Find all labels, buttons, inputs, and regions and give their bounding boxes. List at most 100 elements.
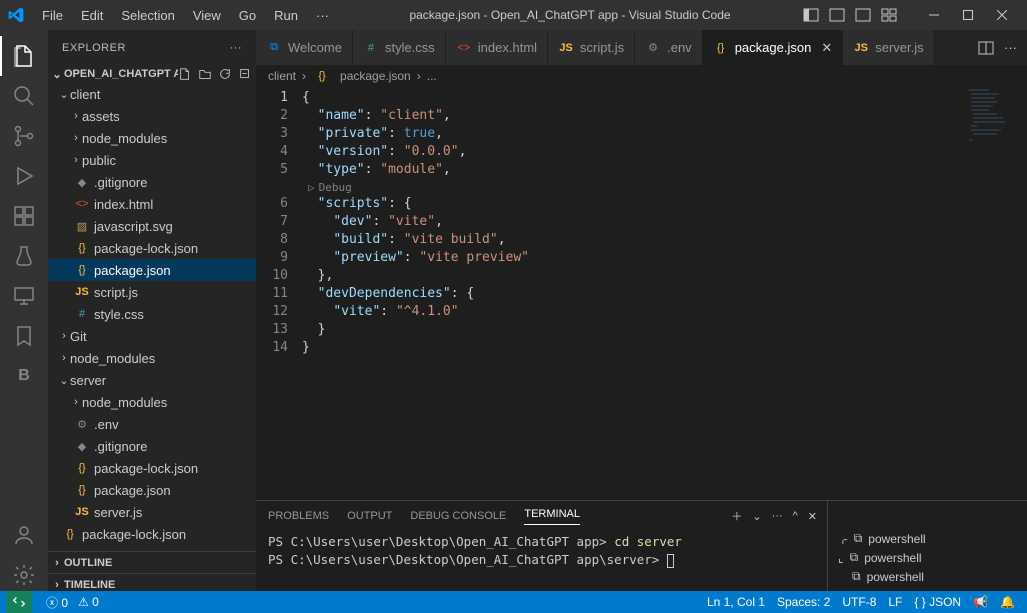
close-panel-icon[interactable]: ✕ (808, 510, 817, 523)
json-icon: {} (62, 526, 78, 542)
status-warnings[interactable]: ⚠ 0 (78, 595, 99, 609)
menu-file[interactable]: File (34, 4, 71, 27)
activity-explorer[interactable] (0, 36, 48, 76)
breadcrumb-segment[interactable]: client (268, 69, 296, 83)
file-gitignore[interactable]: ◆.gitignore (48, 171, 256, 193)
split-editor-icon[interactable] (978, 40, 994, 56)
folder-git[interactable]: ›Git (48, 325, 256, 347)
status-feedback-icon[interactable]: 📢 (973, 595, 988, 609)
menu-go[interactable]: Go (231, 4, 264, 27)
status-language[interactable]: { } JSON (914, 595, 961, 609)
folder-node-modules[interactable]: ›node_modules (48, 127, 256, 149)
activity-remote-explorer[interactable] (0, 276, 48, 316)
tab-packagejson[interactable]: {}package.json✕ (703, 30, 844, 65)
breadcrumb-segment[interactable]: ... (427, 69, 437, 83)
folder-node-modules-root[interactable]: ›node_modules (48, 347, 256, 369)
svg-icon: ▨ (74, 218, 90, 234)
tab-welcome[interactable]: ⧉Welcome (256, 30, 353, 65)
split-terminal-dropdown-icon[interactable]: ⌄ (752, 510, 761, 523)
code-content[interactable]: { "name": "client", "private": true, "ve… (302, 87, 1027, 500)
customize-layout-icon[interactable] (881, 7, 897, 23)
refresh-icon[interactable] (218, 67, 232, 81)
remote-indicator[interactable] (6, 591, 32, 613)
status-cursor-position[interactable]: Ln 1, Col 1 (707, 595, 765, 609)
close-button[interactable] (985, 0, 1019, 30)
panel-tab-debugconsole[interactable]: DEBUG CONSOLE (410, 510, 506, 522)
menu-run[interactable]: Run (266, 4, 306, 27)
folder-server-node-modules[interactable]: ›node_modules (48, 391, 256, 413)
tab-indexhtml[interactable]: <>index.html (446, 30, 548, 65)
terminal-icon: ⧉ (850, 550, 859, 565)
breadcrumb[interactable]: client› {} package.json› ... (256, 65, 1027, 87)
panel-tab-problems[interactable]: PROBLEMS (268, 510, 329, 522)
activity-bold[interactable]: B (0, 356, 48, 396)
close-icon[interactable]: ✕ (821, 40, 832, 56)
new-file-icon[interactable] (178, 67, 192, 81)
file-server-js[interactable]: JSserver.js (48, 501, 256, 523)
activity-search[interactable] (0, 76, 48, 116)
layout-sidebar-left-icon[interactable] (803, 7, 819, 23)
status-encoding[interactable]: UTF-8 (842, 595, 876, 609)
maximize-button[interactable] (951, 0, 985, 30)
file-server-gitignore[interactable]: ◆.gitignore (48, 435, 256, 457)
file-env[interactable]: ⚙.env (48, 413, 256, 435)
minimap[interactable] (967, 87, 1027, 500)
terminal-entry[interactable]: ⌌⧉powershell (828, 529, 1027, 548)
file-server-package[interactable]: {}package.json (48, 479, 256, 501)
breadcrumb-segment[interactable]: package.json (340, 69, 411, 83)
activity-source-control[interactable] (0, 116, 48, 156)
activity-bookmarks[interactable] (0, 316, 48, 356)
terminal-entry[interactable]: ⌞⧉powershell (828, 548, 1027, 567)
tab-scriptjs[interactable]: JSscript.js (548, 30, 635, 65)
new-folder-icon[interactable] (198, 67, 212, 81)
chevron-right-icon: › (50, 557, 64, 569)
file-server-packlock[interactable]: {}package-lock.json (48, 457, 256, 479)
terminal-entry[interactable]: ⧉powershell (828, 567, 1027, 586)
maximize-panel-icon[interactable]: ^ (793, 510, 798, 522)
file-script-js[interactable]: JSscript.js (48, 281, 256, 303)
more-actions-icon[interactable]: ··· (1004, 40, 1017, 55)
file-index-html[interactable]: <>index.html (48, 193, 256, 215)
status-errors[interactable]: ⓧ 0 (46, 594, 68, 611)
file-root-packlock[interactable]: {}package-lock.json (48, 523, 256, 545)
panel-more-icon[interactable]: ··· (772, 510, 783, 522)
folder-server[interactable]: ⌄server (48, 369, 256, 391)
sidebar-more-icon[interactable]: ··· (230, 42, 243, 54)
file-javascript-svg[interactable]: ▨javascript.svg (48, 215, 256, 237)
tab-serverjs[interactable]: JSserver.js (843, 30, 934, 65)
tab-env[interactable]: ⚙.env (635, 30, 703, 65)
editor-body[interactable]: 12345 67891011121314 { "name": "client",… (256, 87, 1027, 500)
file-package-json[interactable]: {}package.json (48, 259, 256, 281)
outline-section[interactable]: ›OUTLINE (48, 551, 256, 573)
menu-edit[interactable]: Edit (73, 4, 111, 27)
activity-testing[interactable] (0, 236, 48, 276)
file-style-css[interactable]: #style.css (48, 303, 256, 325)
status-indentation[interactable]: Spaces: 2 (777, 595, 830, 609)
menu-view[interactable]: View (185, 4, 229, 27)
explorer-project-header[interactable]: ⌄ OPEN_AI_CHATGPT APP (48, 65, 256, 83)
folder-public[interactable]: ›public (48, 149, 256, 171)
panel-tab-output[interactable]: OUTPUT (347, 510, 392, 522)
status-eol[interactable]: LF (888, 595, 902, 609)
terminal[interactable]: PS C:\Users\user\Desktop\Open_AI_ChatGPT… (256, 531, 827, 595)
activity-settings[interactable] (0, 555, 48, 595)
activity-accounts[interactable] (0, 515, 48, 555)
status-notifications-icon[interactable]: 🔔 (1000, 595, 1015, 609)
panel-tab-terminal[interactable]: TERMINAL (524, 508, 580, 525)
branch-icon: ⌌ (838, 532, 848, 546)
chevron-right-icon: › (58, 352, 70, 364)
collapse-all-icon[interactable] (238, 67, 252, 81)
folder-assets[interactable]: ›assets (48, 105, 256, 127)
menu-more[interactable]: ··· (308, 4, 337, 27)
activity-extensions[interactable] (0, 196, 48, 236)
layout-sidebar-right-icon[interactable] (855, 7, 871, 23)
minimize-button[interactable] (917, 0, 951, 30)
folder-client[interactable]: ⌄client (48, 83, 256, 105)
file-package-lock[interactable]: {}package-lock.json (48, 237, 256, 259)
activity-run-debug[interactable] (0, 156, 48, 196)
menu-selection[interactable]: Selection (113, 4, 182, 27)
new-terminal-icon[interactable]: ＋ (731, 508, 742, 524)
tab-stylecss[interactable]: #style.css (353, 30, 446, 65)
gitignore-icon: ◆ (74, 174, 90, 190)
layout-panel-icon[interactable] (829, 7, 845, 23)
